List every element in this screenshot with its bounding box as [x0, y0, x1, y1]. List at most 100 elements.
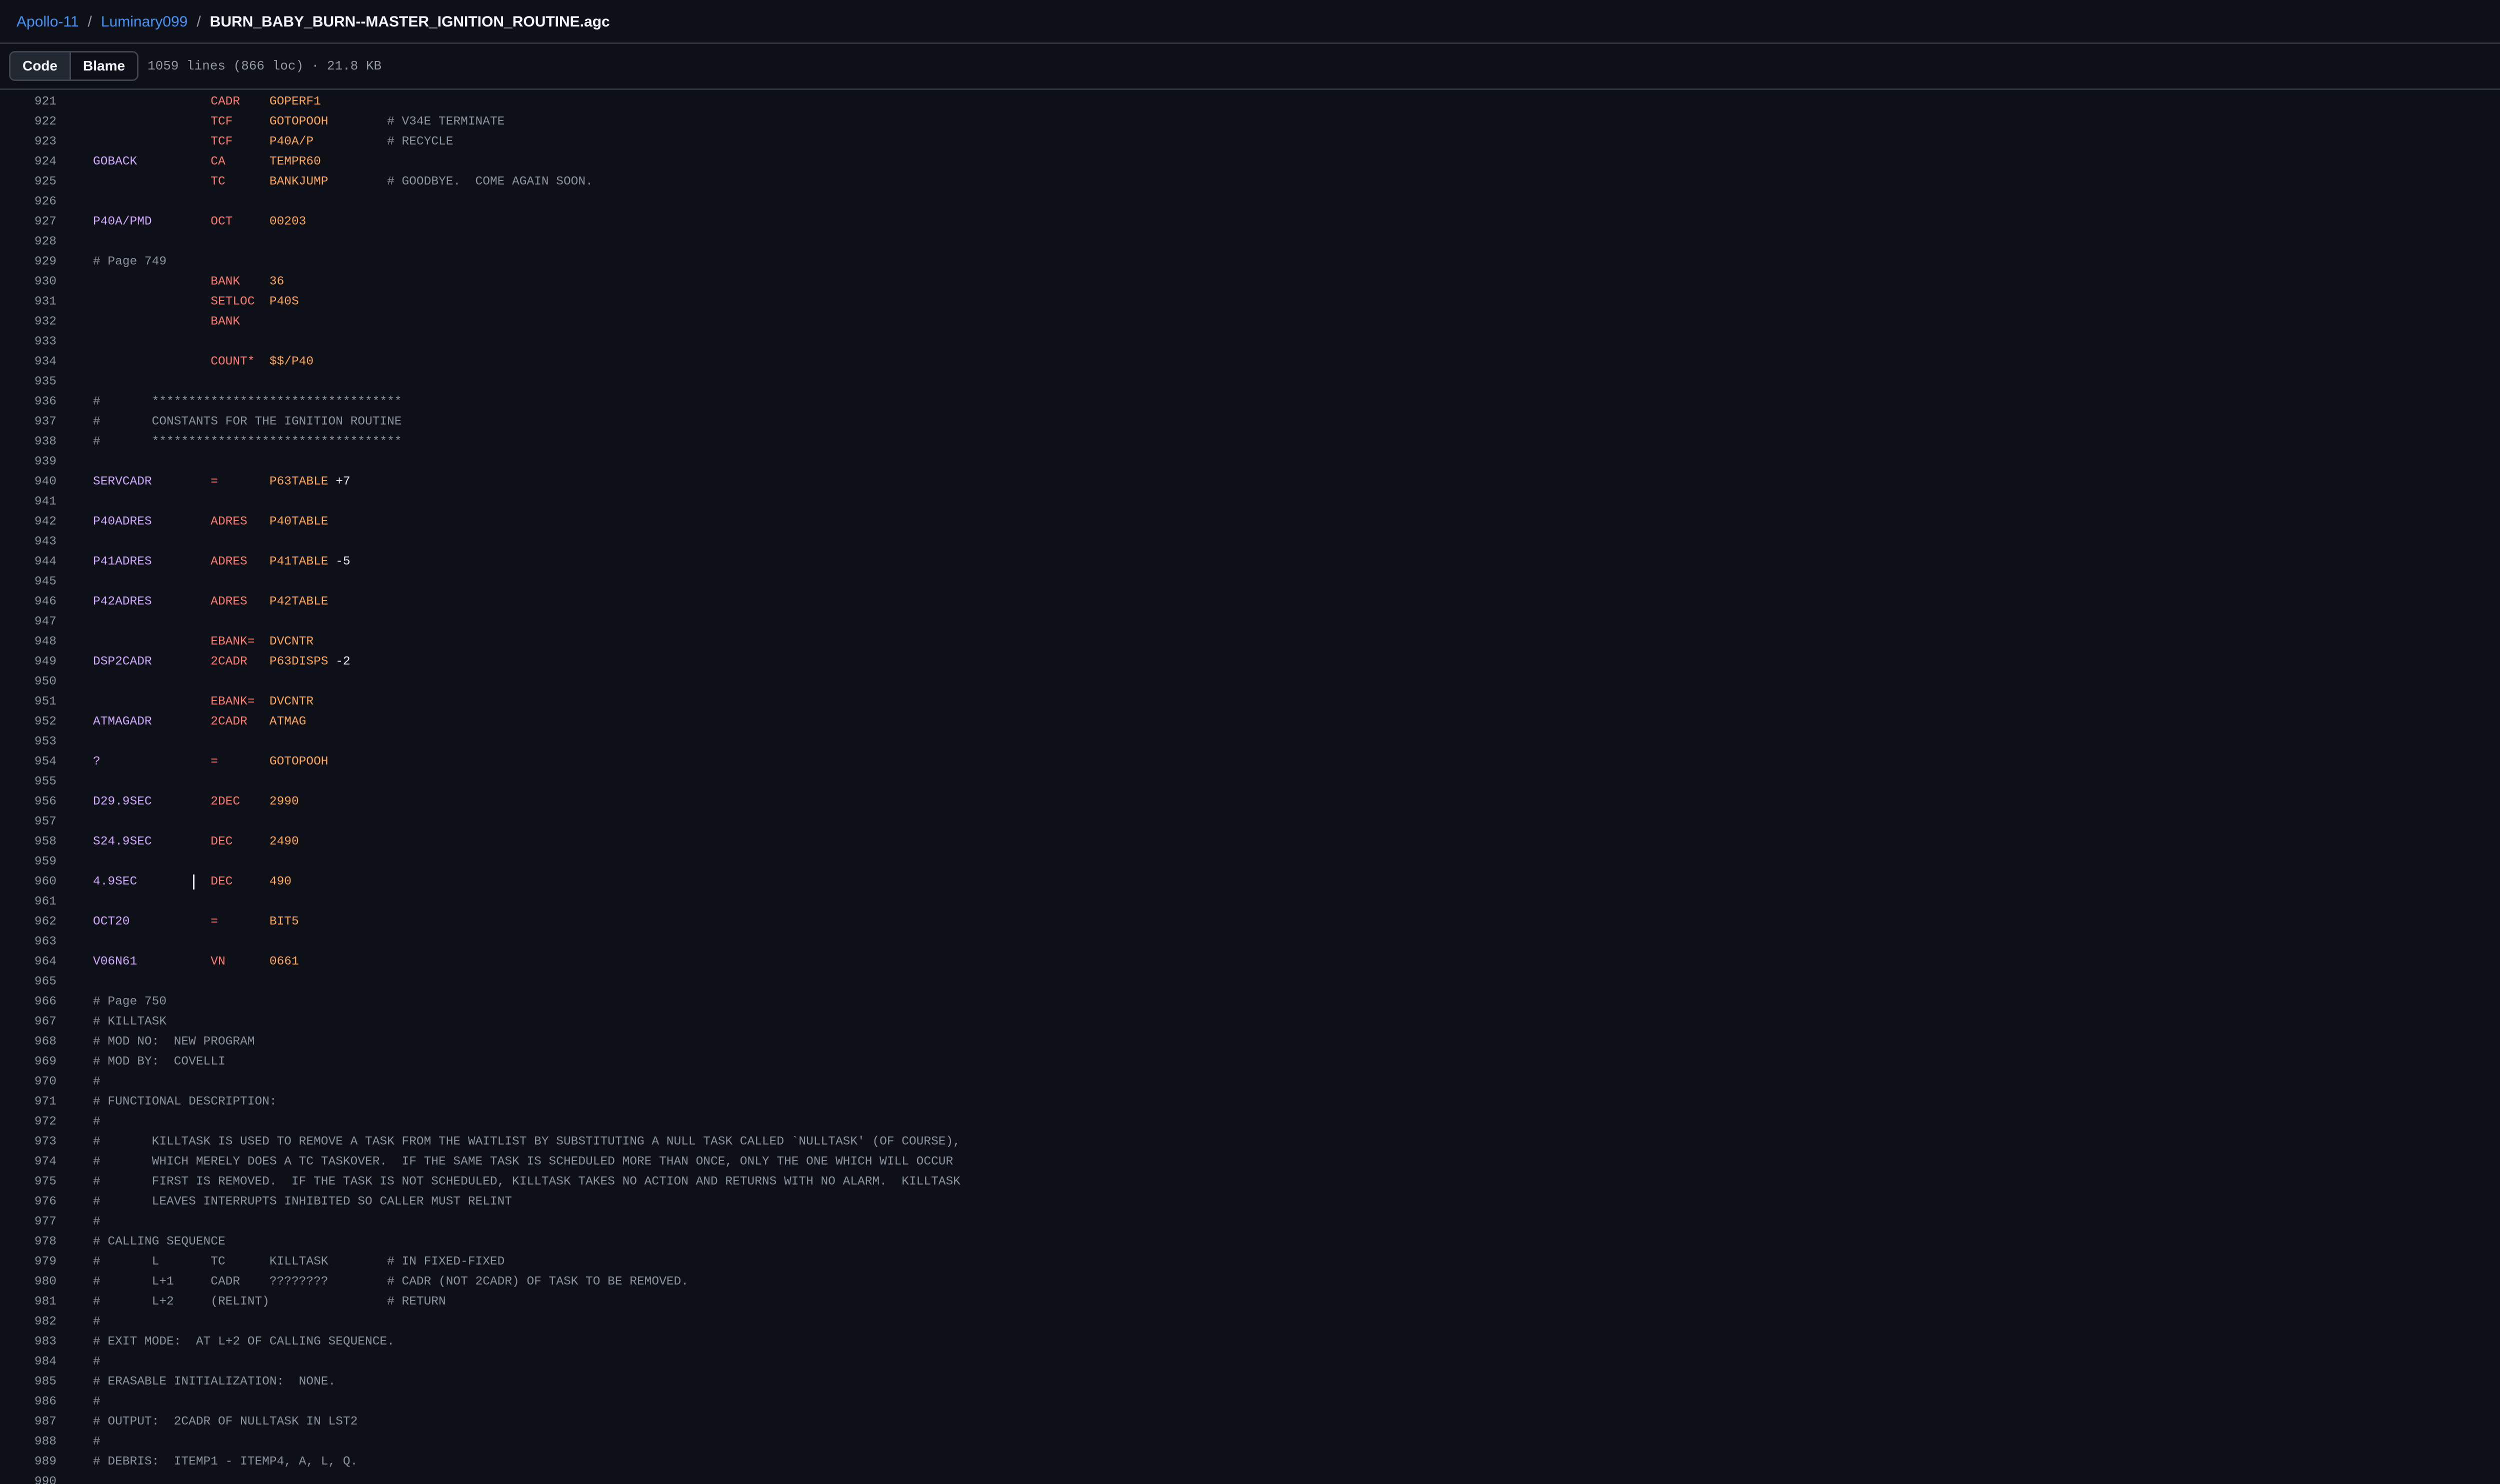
line-number[interactable]: 925	[0, 172, 56, 192]
line-number[interactable]: 974	[0, 1152, 56, 1172]
line-number[interactable]: 949	[0, 652, 56, 672]
line-number[interactable]: 930	[0, 272, 56, 292]
line-number[interactable]: 933	[0, 332, 56, 352]
line-number[interactable]: 972	[0, 1112, 56, 1132]
line-number[interactable]: 959	[0, 852, 56, 872]
code-line: 978 # CALLING SEQUENCE	[0, 1232, 2500, 1252]
line-number[interactable]: 984	[0, 1352, 56, 1372]
code-line: 977 #	[0, 1212, 2500, 1232]
line-number[interactable]: 958	[0, 832, 56, 852]
line-number[interactable]: 927	[0, 212, 56, 232]
code-content: ? = GOTOPOOH	[93, 752, 328, 772]
code-operand-offset: -5	[328, 555, 350, 568]
line-number[interactable]: 922	[0, 112, 56, 132]
line-number[interactable]: 946	[0, 592, 56, 612]
line-number[interactable]: 936	[0, 392, 56, 412]
line-number[interactable]: 934	[0, 352, 56, 372]
line-number[interactable]: 986	[0, 1392, 56, 1412]
line-number[interactable]: 975	[0, 1172, 56, 1192]
line-number[interactable]: 940	[0, 472, 56, 492]
line-number[interactable]: 969	[0, 1052, 56, 1072]
line-number[interactable]: 962	[0, 912, 56, 932]
line-number[interactable]: 971	[0, 1092, 56, 1112]
line-number[interactable]: 980	[0, 1272, 56, 1292]
code-view-button[interactable]: Code	[10, 52, 71, 80]
line-number[interactable]: 963	[0, 932, 56, 952]
code-opcode: BANK	[210, 275, 240, 288]
line-number[interactable]: 932	[0, 312, 56, 332]
code-content: P41ADRES ADRES P41TABLE -5	[93, 552, 350, 572]
line-number[interactable]: 987	[0, 1412, 56, 1432]
line-number[interactable]: 989	[0, 1452, 56, 1472]
line-number[interactable]: 973	[0, 1132, 56, 1152]
line-number[interactable]: 966	[0, 992, 56, 1012]
line-number[interactable]: 960	[0, 872, 56, 892]
line-number[interactable]: 929	[0, 252, 56, 272]
code-content: # KILLTASK	[93, 1012, 166, 1032]
line-number[interactable]: 964	[0, 952, 56, 972]
code-view[interactable]: 921 CADR GOPERF1 922 TCF GOTOPOOH # V34E …	[0, 92, 2500, 1484]
line-number[interactable]: 968	[0, 1032, 56, 1052]
line-number[interactable]: 982	[0, 1312, 56, 1332]
line-number[interactable]: 967	[0, 1012, 56, 1032]
line-number[interactable]: 955	[0, 772, 56, 792]
line-number[interactable]: 942	[0, 512, 56, 532]
line-number[interactable]: 931	[0, 292, 56, 312]
line-number[interactable]: 938	[0, 432, 56, 452]
line-number[interactable]: 947	[0, 612, 56, 632]
line-number[interactable]: 924	[0, 152, 56, 172]
line-number[interactable]: 952	[0, 712, 56, 732]
line-number[interactable]: 935	[0, 372, 56, 392]
code-line: 968 # MOD NO: NEW PROGRAM	[0, 1032, 2500, 1052]
code-line: 927 P40A/PMD OCT 00203	[0, 212, 2500, 232]
line-number[interactable]: 945	[0, 572, 56, 592]
line-number[interactable]: 950	[0, 672, 56, 692]
code-operand: ATMAG	[269, 715, 306, 728]
line-number[interactable]: 976	[0, 1192, 56, 1212]
line-number[interactable]: 965	[0, 972, 56, 992]
line-number[interactable]: 981	[0, 1292, 56, 1312]
line-number[interactable]: 948	[0, 632, 56, 652]
code-line: 946 P42ADRES ADRES P42TABLE	[0, 592, 2500, 612]
line-number[interactable]: 921	[0, 92, 56, 112]
code-content: # EXIT MODE: AT L+2 OF CALLING SEQUENCE.	[93, 1332, 394, 1352]
line-number[interactable]: 988	[0, 1432, 56, 1452]
code-content: #	[93, 1072, 100, 1092]
code-content: SERVCADR = P63TABLE +7	[93, 472, 350, 492]
code-content: # CALLING SEQUENCE	[93, 1232, 226, 1252]
line-number[interactable]: 953	[0, 732, 56, 752]
line-number[interactable]: 961	[0, 892, 56, 912]
code-comment: # WHICH MERELY DOES A TC TASKOVER. IF TH…	[93, 1155, 954, 1168]
line-number[interactable]: 970	[0, 1072, 56, 1092]
blame-view-button[interactable]: Blame	[71, 52, 137, 80]
breadcrumb-folder-link[interactable]: Luminary099	[101, 14, 188, 30]
line-number[interactable]: 941	[0, 492, 56, 512]
code-line: 925 TC BANKJUMP # GOODBYE. COME AGAIN SO…	[0, 172, 2500, 192]
line-number[interactable]: 943	[0, 532, 56, 552]
line-number[interactable]: 956	[0, 792, 56, 812]
line-number[interactable]: 979	[0, 1252, 56, 1272]
line-number[interactable]: 923	[0, 132, 56, 152]
line-number[interactable]: 978	[0, 1232, 56, 1252]
line-number[interactable]: 977	[0, 1212, 56, 1232]
line-number[interactable]: 926	[0, 192, 56, 212]
line-number[interactable]: 939	[0, 452, 56, 472]
code-content: #	[93, 1212, 100, 1232]
code-operand: P63DISPS	[269, 655, 328, 668]
code-opcode: TC	[210, 175, 226, 188]
breadcrumb-repo-link[interactable]: Apollo-11	[16, 14, 79, 30]
code-line: 963	[0, 932, 2500, 952]
line-number[interactable]: 944	[0, 552, 56, 572]
code-content: # WHICH MERELY DOES A TC TASKOVER. IF TH…	[93, 1152, 953, 1172]
line-number[interactable]: 985	[0, 1372, 56, 1392]
line-number[interactable]: 983	[0, 1332, 56, 1352]
code-content: # L+1 CADR ???????? # CADR (NOT 2CADR) O…	[93, 1272, 688, 1292]
line-number[interactable]: 928	[0, 232, 56, 252]
breadcrumb: Apollo-11 / Luminary099 / BURN_BABY_BURN…	[16, 0, 610, 44]
line-number[interactable]: 957	[0, 812, 56, 832]
line-number[interactable]: 951	[0, 692, 56, 712]
line-number[interactable]: 990	[0, 1472, 56, 1484]
line-number[interactable]: 937	[0, 412, 56, 432]
line-number[interactable]: 954	[0, 752, 56, 772]
code-line: 984 #	[0, 1352, 2500, 1372]
